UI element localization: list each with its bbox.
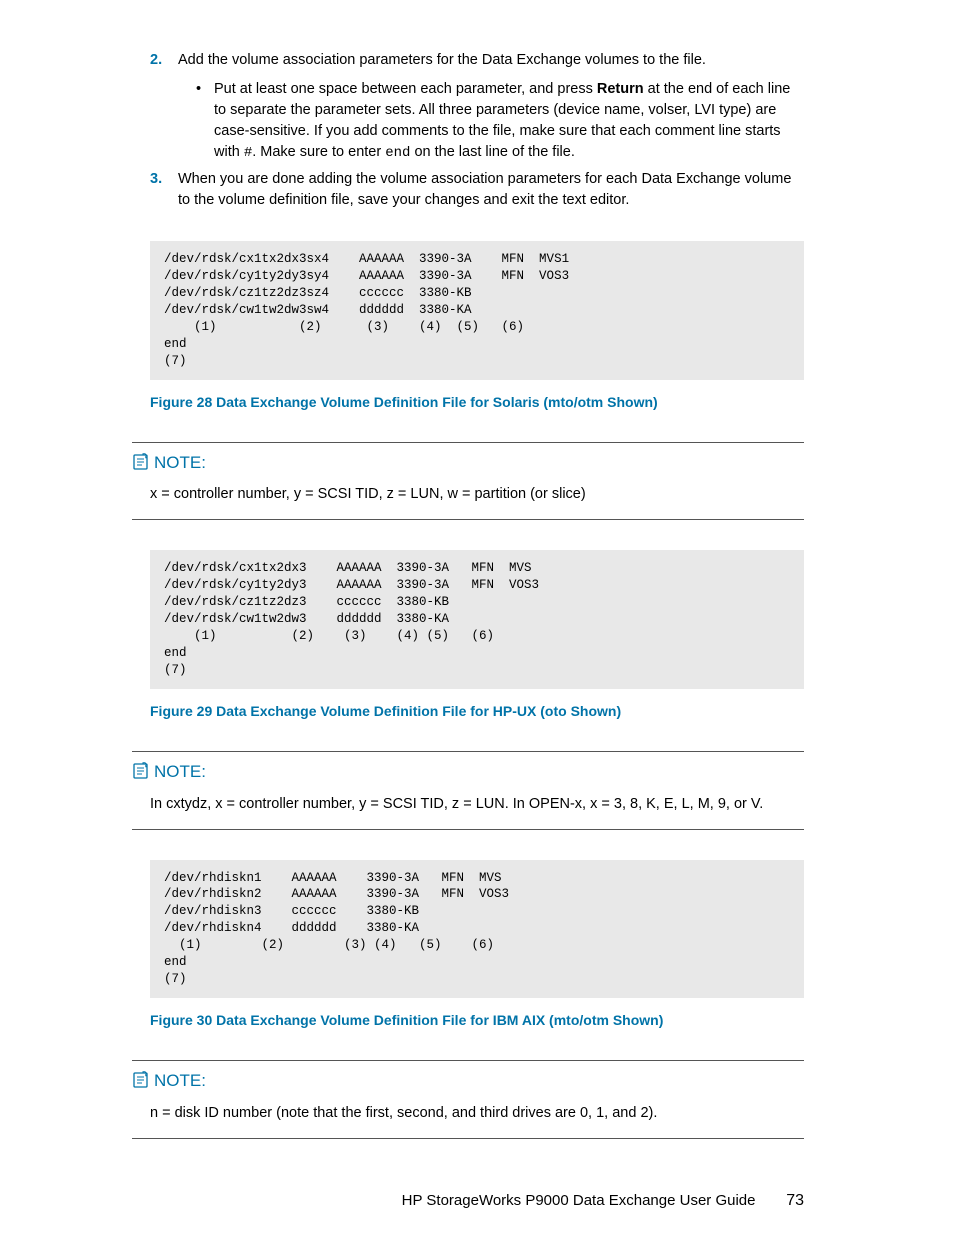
step-3: 3. When you are done adding the volume a… <box>150 169 804 211</box>
note-body: n = disk ID number (note that the first,… <box>132 1103 804 1124</box>
note-label: NOTE: <box>154 762 206 781</box>
bullet-code-hash: # <box>244 145 252 161</box>
page-number: 73 <box>768 1189 804 1212</box>
page-footer: HP StorageWorks P9000 Data Exchange User… <box>150 1189 804 1212</box>
step-text: Add the volume association parameters fo… <box>178 52 706 68</box>
note-heading: NOTE: <box>132 451 804 479</box>
note-body: x = controller number, y = SCSI TID, z =… <box>132 484 804 505</box>
note-label: NOTE: <box>154 453 206 472</box>
step-text: When you are done adding the volume asso… <box>178 169 804 211</box>
bullet-text-post: on the last line of the file. <box>410 144 574 160</box>
step-number: 3. <box>150 169 178 211</box>
step-2: 2. Add the volume association parameters… <box>150 50 804 163</box>
step-2-bullet: • Put at least one space between each pa… <box>178 79 804 163</box>
note-icon <box>132 762 150 788</box>
note-heading: NOTE: <box>132 1069 804 1097</box>
note-body: In cxtydz, x = controller number, y = SC… <box>132 794 804 815</box>
step-number: 2. <box>150 50 178 163</box>
note-1: NOTE: x = controller number, y = SCSI TI… <box>132 442 804 521</box>
code-block-hpux: /dev/rdsk/cx1tx2dx3 AAAAAA 3390-3A MFN M… <box>150 550 804 688</box>
note-2: NOTE: In cxtydz, x = controller number, … <box>132 751 804 830</box>
bullet-code-end: end <box>385 145 410 161</box>
footer-title: HP StorageWorks P9000 Data Exchange User… <box>402 1192 756 1209</box>
bullet-text-mid2: . Make sure to enter <box>252 144 385 160</box>
bullet-text-pre: Put at least one space between each para… <box>214 81 597 97</box>
figure-30-caption: Figure 30 Data Exchange Volume Definitio… <box>150 1010 804 1030</box>
figure-29-caption: Figure 29 Data Exchange Volume Definitio… <box>150 701 804 721</box>
code-block-solaris: /dev/rdsk/cx1tx2dx3sx4 AAAAAA 3390-3A MF… <box>150 241 804 379</box>
note-3: NOTE: n = disk ID number (note that the … <box>132 1060 804 1139</box>
code-block-aix: /dev/rhdiskn1 AAAAAA 3390-3A MFN MVS /de… <box>150 860 804 998</box>
bullet-text-bold: Return <box>597 81 644 97</box>
figure-28-caption: Figure 28 Data Exchange Volume Definitio… <box>150 392 804 412</box>
bullet-marker: • <box>196 79 214 163</box>
note-heading: NOTE: <box>132 760 804 788</box>
step-body: Add the volume association parameters fo… <box>178 50 804 163</box>
note-label: NOTE: <box>154 1071 206 1090</box>
note-icon <box>132 453 150 479</box>
bullet-body: Put at least one space between each para… <box>214 79 804 163</box>
note-icon <box>132 1071 150 1097</box>
